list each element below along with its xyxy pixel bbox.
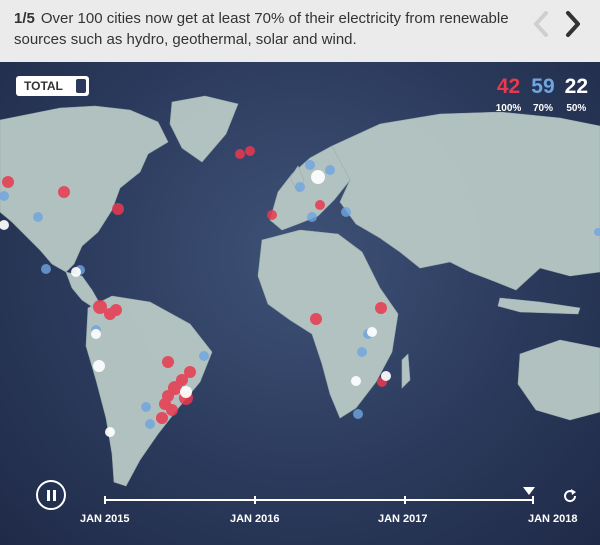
madagascar-land: [401, 353, 411, 389]
city-marker: [267, 210, 277, 220]
timeline-label-2018: JAN 2018: [528, 513, 578, 525]
previous-slide-button[interactable]: [526, 7, 556, 41]
city-marker: [112, 203, 124, 215]
city-marker: [235, 149, 245, 159]
counter-label: 100%: [495, 103, 522, 114]
timeline-label-2016: JAN 2016: [230, 513, 280, 525]
counter-100-percent: 42 100%: [495, 75, 522, 115]
city-marker: [71, 267, 81, 277]
caption-text: Over 100 cities now get at least 70% of …: [14, 10, 509, 48]
city-marker: [295, 182, 305, 192]
toggle-knob: [75, 79, 86, 93]
total-toggle-button[interactable]: TOTAL: [16, 76, 89, 96]
world-map: [0, 95, 600, 487]
pause-icon: [47, 490, 50, 501]
city-marker: [166, 404, 178, 416]
city-marker: [353, 409, 363, 419]
australia-land: [517, 339, 600, 421]
city-marker: [91, 329, 101, 339]
city-marker: [375, 302, 387, 314]
replay-icon[interactable]: [562, 488, 578, 504]
city-marker: [145, 419, 155, 429]
header-bar: 1/5 Over 100 cities now get at least 70% …: [0, 0, 600, 62]
city-marker: [199, 351, 209, 361]
city-marker: [367, 327, 377, 337]
city-marker: [325, 165, 335, 175]
north-america-land: [0, 105, 169, 273]
city-marker: [245, 146, 255, 156]
city-marker: [357, 347, 367, 357]
slide-step: 1/5: [14, 10, 35, 27]
city-marker: [315, 200, 325, 210]
timeline-tick: [104, 496, 106, 504]
renewable-cities-map-app: 1/5 Over 100 cities now get at least 70% …: [0, 0, 600, 545]
chevron-right-icon: [566, 11, 580, 37]
timeline-handle[interactable]: [523, 487, 535, 495]
slide-caption: 1/5 Over 100 cities now get at least 70% …: [14, 8, 514, 50]
city-marker: [110, 304, 122, 316]
city-marker: [33, 212, 43, 222]
city-marker: [305, 160, 315, 170]
greenland-land: [169, 95, 239, 163]
timeline-tick: [254, 496, 256, 504]
city-marker: [156, 412, 168, 424]
city-marker: [311, 170, 325, 184]
city-marker: [41, 264, 51, 274]
counter-value: 59: [531, 75, 555, 98]
next-slide-button[interactable]: [558, 7, 588, 41]
timeline-track[interactable]: [104, 487, 535, 504]
city-marker: [105, 427, 115, 437]
south-america-land: [85, 295, 213, 487]
city-marker: [141, 402, 151, 412]
city-marker: [0, 220, 9, 230]
pause-icon-bar: [53, 490, 56, 501]
city-marker: [381, 371, 391, 381]
city-marker: [310, 313, 322, 325]
city-marker: [351, 376, 361, 386]
city-marker: [58, 186, 70, 198]
asia-land: [331, 111, 600, 291]
city-marker: [2, 176, 14, 188]
counter-label: 70%: [532, 103, 553, 114]
africa-land: [257, 229, 399, 419]
timeline-tick: [404, 496, 406, 504]
timeline-label-2017: JAN 2017: [378, 513, 428, 525]
city-marker: [341, 207, 351, 217]
indonesia-land: [497, 297, 581, 315]
counter-50-percent: 22 50%: [564, 75, 588, 115]
map-stage: TOTAL 42 100% 59 70% 22 50% JAN 2015 JAN…: [0, 62, 600, 545]
counter-value: 22: [564, 75, 588, 98]
counter-label: 50%: [566, 103, 587, 114]
timeline-tick: [532, 496, 534, 504]
counter-70-percent: 59 70%: [531, 75, 555, 115]
city-marker: [93, 360, 105, 372]
counters-panel: 42 100% 59 70% 22 50%: [495, 75, 588, 115]
city-marker: [180, 386, 192, 398]
timeline-label-2015: JAN 2015: [80, 513, 130, 525]
city-marker: [162, 356, 174, 368]
counter-value: 42: [496, 75, 521, 98]
chevron-left-icon: [534, 11, 548, 37]
pause-button[interactable]: [36, 480, 66, 510]
city-marker: [307, 212, 317, 222]
total-toggle-label: TOTAL: [24, 79, 63, 93]
